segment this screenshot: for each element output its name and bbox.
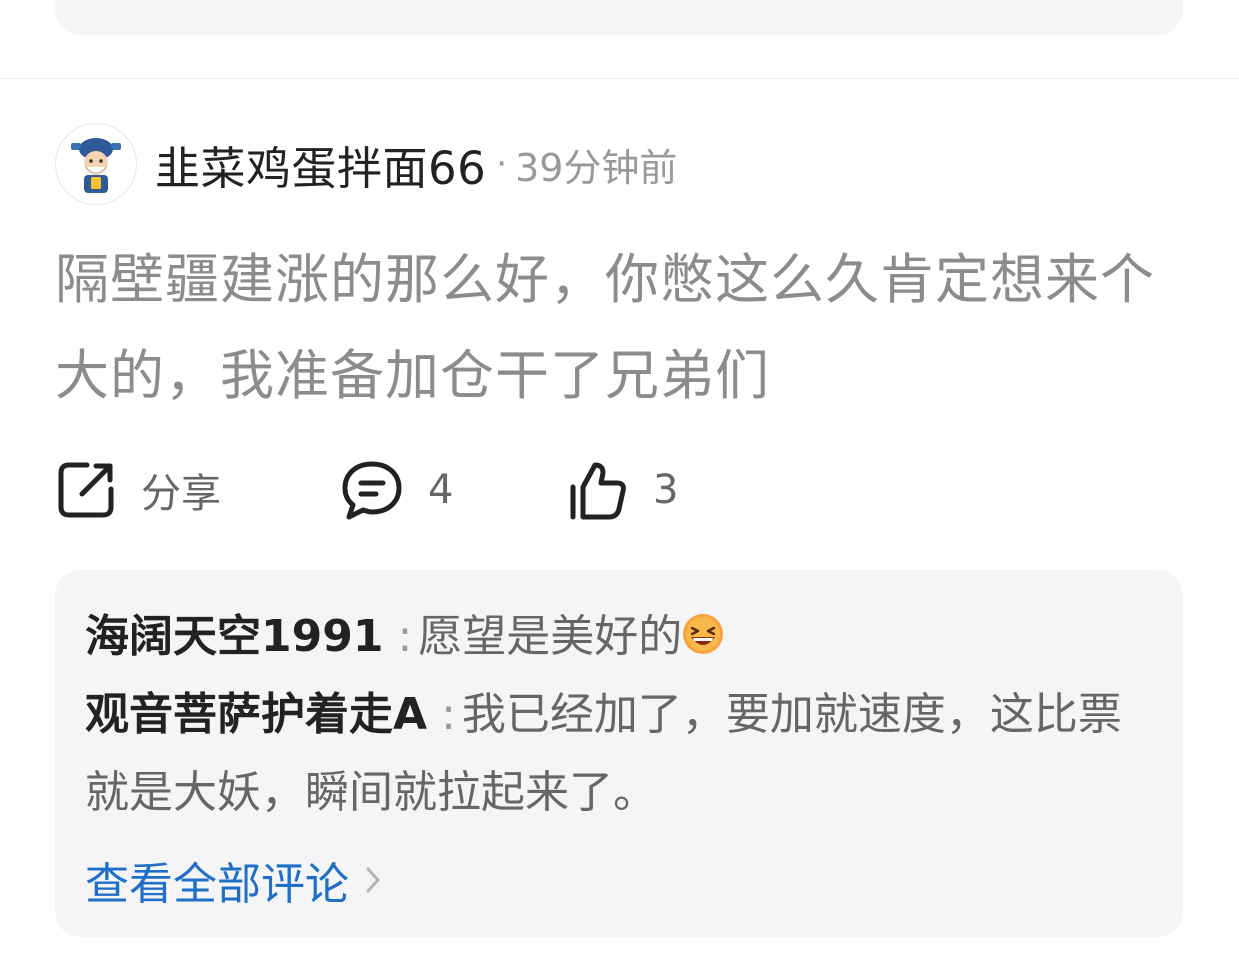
share-button[interactable]: 分享 (55, 455, 221, 525)
comment-item[interactable]: 观音菩萨护着走A: 我已经加了，要加就速度，这比票就是大妖，瞬间就拉起来了。 (85, 676, 1153, 832)
previous-comment-card (55, 0, 1183, 35)
separator-dot: · (496, 144, 508, 184)
cartoon-figure-icon (71, 138, 121, 193)
comment-item[interactable]: 海阔天空1991: 愿望是美好的 (85, 598, 1153, 676)
comment-colon: : (441, 689, 456, 740)
view-all-label: 查看全部评论 (85, 859, 349, 910)
comment-author[interactable]: 观音菩萨护着走A (85, 689, 427, 740)
comment-button[interactable]: 4 (340, 455, 453, 525)
post-time: 39分钟前 (515, 145, 678, 190)
action-bar: 分享 4 3 (55, 455, 855, 525)
like-button[interactable]: 3 (565, 455, 678, 525)
view-all-comments-link[interactable]: 查看全部评论 (85, 850, 1153, 910)
laughing-face-emoji (683, 614, 724, 654)
thumbs-up-icon (570, 462, 626, 520)
comments-preview: 海阔天空1991: 愿望是美好的 观音菩萨护着走A: 我已经加了，要加就速度，这比票… (55, 570, 1183, 937)
username[interactable]: 韭菜鸡蛋拌面66 (155, 132, 486, 197)
avatar[interactable] (55, 123, 137, 205)
divider (0, 78, 1239, 79)
comment-colon: : (397, 611, 413, 662)
post-body[interactable]: 隔壁疆建涨的那么好，你憋这么久肯定想来个大的，我准备加仓干了兄弟们 (55, 232, 1175, 424)
like-count: 3 (653, 467, 679, 513)
comment-text: 愿望是美好的 (418, 611, 683, 662)
share-icon (58, 462, 114, 518)
comment-count: 4 (428, 467, 454, 513)
comment-author[interactable]: 海阔天空1991 (85, 611, 383, 662)
chevron-right-icon (366, 867, 380, 893)
comment-icon (342, 461, 402, 520)
post-header: 韭菜鸡蛋拌面66 · 39分钟前 (55, 121, 677, 207)
share-label: 分享 (141, 471, 221, 517)
